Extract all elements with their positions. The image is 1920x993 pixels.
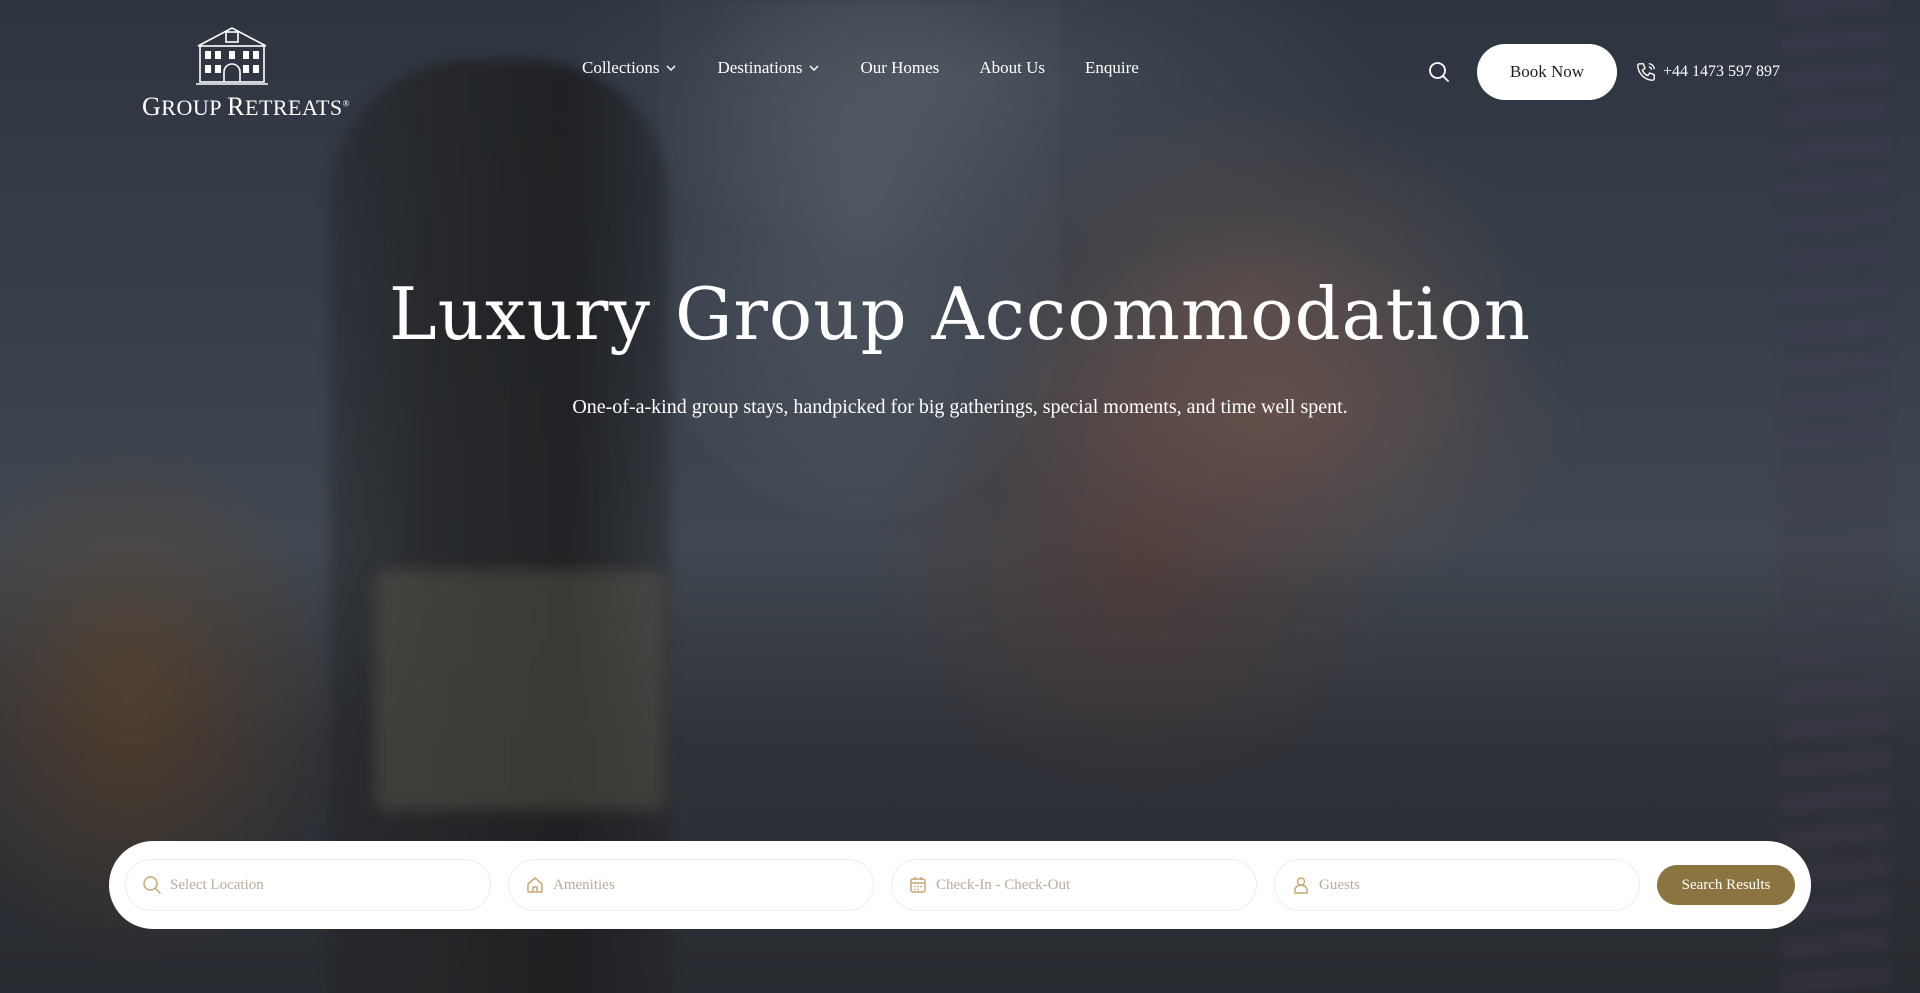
search-bar: Select Location Amenities Check-In - Che… <box>109 841 1811 929</box>
search-icon <box>143 876 161 894</box>
nav-item-our-homes[interactable]: Our Homes <box>860 58 939 78</box>
home-icon <box>527 877 543 893</box>
amenities-placeholder: Amenities <box>553 876 615 893</box>
nav-item-collections[interactable]: Collections <box>582 58 677 78</box>
nav-item-label: Collections <box>582 58 660 77</box>
nav-item-destinations[interactable]: Destinations <box>717 58 820 78</box>
search-results-button[interactable]: Search Results <box>1657 865 1795 905</box>
nav-item-label: Destinations <box>717 58 803 77</box>
dates-placeholder: Check-In - Check-Out <box>936 876 1071 893</box>
location-placeholder: Select Location <box>170 876 264 893</box>
main-nav: Collections Destinations Our Homes About… <box>582 58 1179 78</box>
nav-item-about-us[interactable]: About Us <box>979 58 1045 78</box>
chevron-down-icon <box>809 65 819 72</box>
dates-field[interactable]: Check-In - Check-Out <box>891 859 1257 911</box>
book-now-button[interactable]: Book Now <box>1476 44 1617 100</box>
logo-wordmark: GROUP RETREATS® <box>142 92 350 121</box>
house-logo-icon <box>196 27 268 85</box>
phone-number: +44 1473 597 897 <box>1662 63 1780 80</box>
nav-item-label: About Us <box>979 58 1045 77</box>
search-icon <box>1429 62 1449 82</box>
calendar-icon <box>910 877 926 893</box>
guests-field[interactable]: Guests <box>1274 859 1640 911</box>
hero-subtitle: One-of-a-kind group stays, handpicked fo… <box>572 396 1348 418</box>
amenities-field[interactable]: Amenities <box>508 859 874 911</box>
hero-title: Luxury Group Accommodation <box>388 272 1532 356</box>
nav-item-enquire[interactable]: Enquire <box>1085 58 1139 78</box>
header-actions: Book Now +44 1473 597 897 <box>1425 44 1780 100</box>
guests-placeholder: Guests <box>1319 876 1360 893</box>
header-search-button[interactable] <box>1425 58 1453 86</box>
nav-item-label: Enquire <box>1084 58 1139 77</box>
user-icon <box>1294 877 1308 894</box>
phone-icon <box>1637 63 1655 81</box>
location-field[interactable]: Select Location <box>125 859 491 911</box>
site-logo[interactable]: GROUP RETREATS® <box>142 24 350 122</box>
phone-link[interactable]: +44 1473 597 897 <box>1635 61 1780 83</box>
nav-item-label: Our Homes <box>860 58 940 77</box>
chevron-down-icon <box>666 65 676 72</box>
